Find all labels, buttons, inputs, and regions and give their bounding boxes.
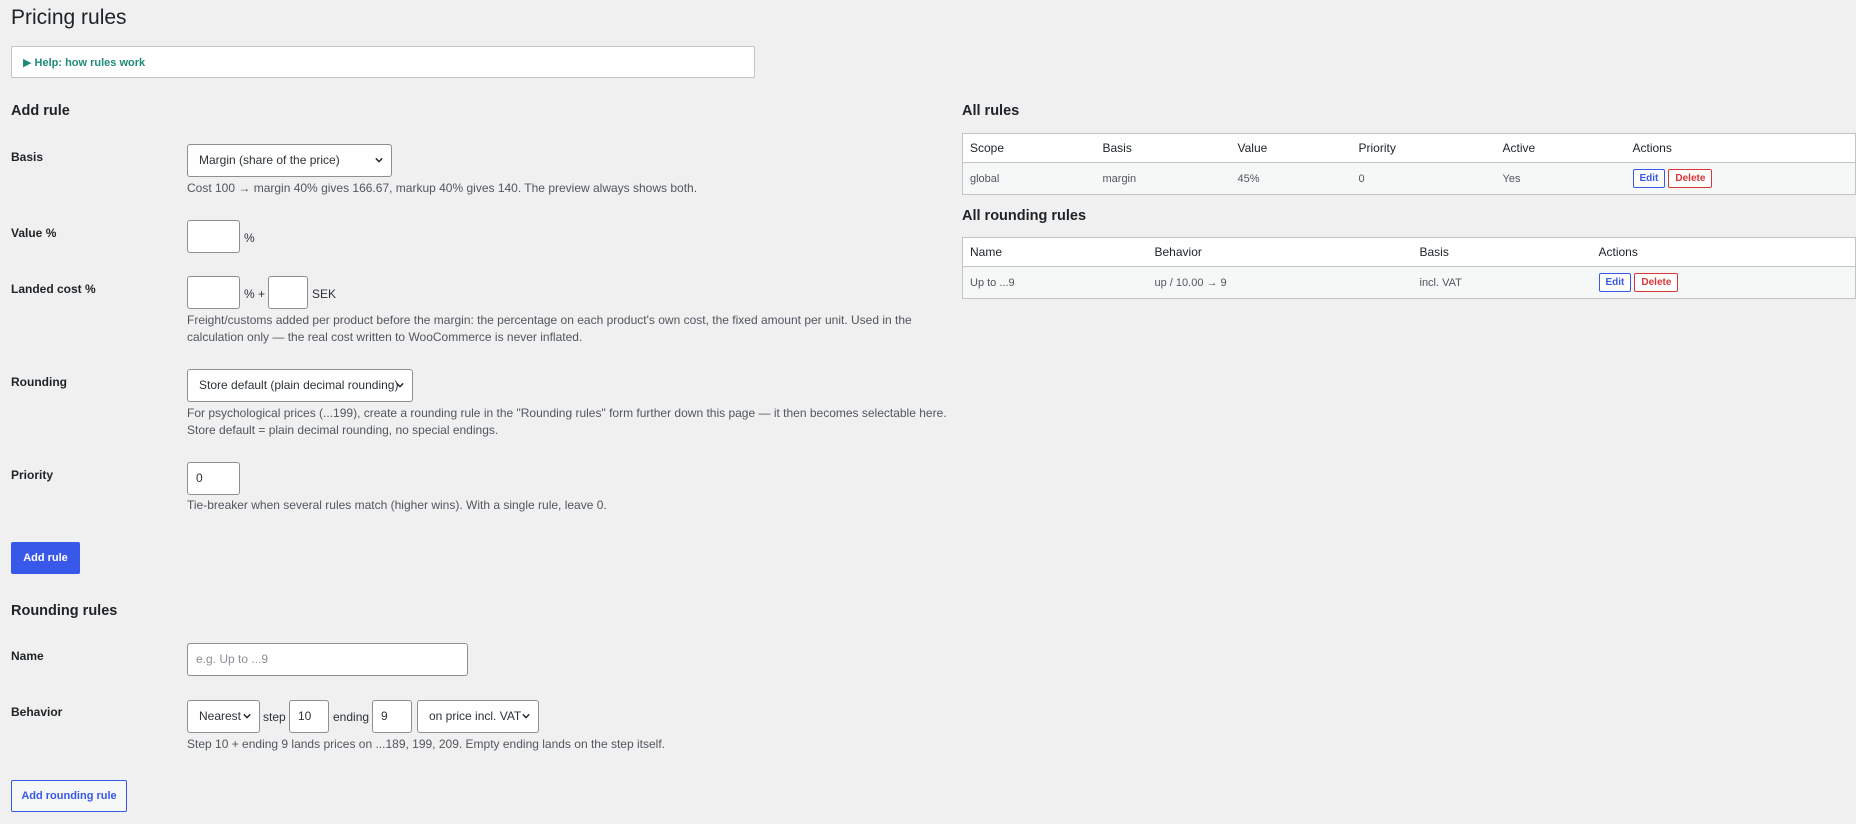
chevron-down-icon (375, 157, 383, 163)
table-header-row: Scope Basis Value Priority Active Action… (962, 133, 1856, 163)
cell-value: 45% (1230, 162, 1352, 195)
step-label: step (263, 710, 286, 724)
column-header: Priority (1351, 133, 1496, 163)
column-header: Basis (1095, 133, 1231, 163)
cell-actions: Edit Delete (1591, 266, 1856, 299)
priority-label: Priority (11, 468, 54, 482)
value-input[interactable] (187, 220, 240, 253)
chevron-down-icon (243, 713, 251, 719)
rounding-select-value: Store default (plain decimal rounding) (199, 378, 399, 392)
basis-description: Cost 100 → margin 40% gives 166.67, mark… (187, 181, 698, 195)
landed-percent-input[interactable] (187, 276, 240, 309)
cell-scope: global (962, 162, 1096, 195)
landed-currency: SEK (312, 287, 337, 301)
add-rounding-rule-button[interactable]: Add rounding rule (11, 780, 127, 812)
add-rule-button[interactable]: Add rule (11, 542, 80, 574)
value-label: Value % (11, 226, 57, 240)
cell-basis: incl. VAT (1412, 266, 1592, 299)
landed-description-line1: Freight/customs added per product before… (187, 313, 912, 327)
column-header: Active (1495, 133, 1626, 163)
basis-select-value: Margin (share of the price) (199, 153, 340, 167)
help-summary[interactable]: ▶ Help: how rules work (23, 56, 145, 69)
delete-rounding-rule-button[interactable]: Delete (1634, 273, 1679, 292)
vat-basis-value: on price incl. VAT (429, 709, 522, 723)
chevron-down-icon (396, 382, 404, 388)
all-rules-table: Scope Basis Value Priority Active Action… (962, 133, 1856, 195)
name-label: Name (11, 649, 44, 663)
cell-actions: Edit Delete (1625, 162, 1856, 195)
column-header: Name (962, 237, 1148, 267)
cell-behavior: up / 10.00 → 9 (1147, 266, 1413, 299)
basis-select[interactable]: Margin (share of the price) (187, 144, 392, 177)
cell-active: Yes (1495, 162, 1626, 195)
page-title: Pricing rules (11, 6, 127, 29)
name-input[interactable]: e.g. Up to ...9 (187, 643, 468, 676)
vat-basis-select[interactable]: on price incl. VAT (417, 700, 539, 733)
edit-rounding-rule-button[interactable]: Edit (1598, 273, 1632, 292)
all-rules-heading: All rules (962, 103, 1020, 119)
table-row: global margin 45% 0 Yes Edit Delete (962, 162, 1856, 195)
column-header: Basis (1412, 237, 1592, 267)
table-header-row: Name Behavior Basis Actions (962, 237, 1856, 267)
behavior-mode-select[interactable]: Nearest (187, 700, 260, 733)
help-panel[interactable]: ▶ Help: how rules work (11, 46, 755, 78)
all-rounding-rules-table: Name Behavior Basis Actions Up to ...9 u… (962, 237, 1856, 299)
behavior-mode-value: Nearest (199, 709, 242, 723)
delete-rule-button[interactable]: Delete (1668, 169, 1713, 188)
chevron-down-icon (522, 713, 530, 719)
behavior-label: Behavior (11, 705, 63, 719)
landed-description-line2: calculation only — the real cost written… (187, 330, 583, 344)
rounding-select[interactable]: Store default (plain decimal rounding) (187, 369, 413, 402)
all-rounding-rules-heading: All rounding rules (962, 208, 1087, 224)
edit-rule-button[interactable]: Edit (1632, 169, 1666, 188)
basis-label: Basis (11, 150, 44, 164)
add-rule-heading: Add rule (11, 103, 70, 119)
priority-description: Tie-breaker when several rules match (hi… (187, 498, 607, 512)
cell-basis: margin (1095, 162, 1231, 195)
landed-fixed-input[interactable] (268, 276, 308, 309)
value-unit: % (244, 231, 255, 245)
column-header: Actions (1625, 133, 1856, 163)
ending-label: ending (333, 710, 370, 724)
rounding-label: Rounding (11, 375, 67, 389)
landed-cost-label: Landed cost % (11, 282, 96, 296)
rounding-description-line2: Store default = plain decimal rounding, … (187, 423, 499, 437)
column-header: Behavior (1147, 237, 1413, 267)
rounding-rules-heading: Rounding rules (11, 603, 118, 619)
landed-percent-unit: % + (244, 287, 266, 301)
column-header: Scope (962, 133, 1096, 163)
column-header: Actions (1591, 237, 1856, 267)
rounding-description-line1: For psychological prices (...199), creat… (187, 406, 947, 420)
priority-input[interactable]: 0 (187, 462, 240, 495)
step-input[interactable]: 10 (289, 700, 329, 733)
cell-name: Up to ...9 (962, 266, 1148, 299)
cell-priority: 0 (1351, 162, 1496, 195)
behavior-description: Step 10 + ending 9 lands prices on ...18… (187, 737, 665, 751)
table-row: Up to ...9 up / 10.00 → 9 incl. VAT Edit… (962, 266, 1856, 299)
ending-input[interactable]: 9 (372, 700, 412, 733)
column-header: Value (1230, 133, 1352, 163)
